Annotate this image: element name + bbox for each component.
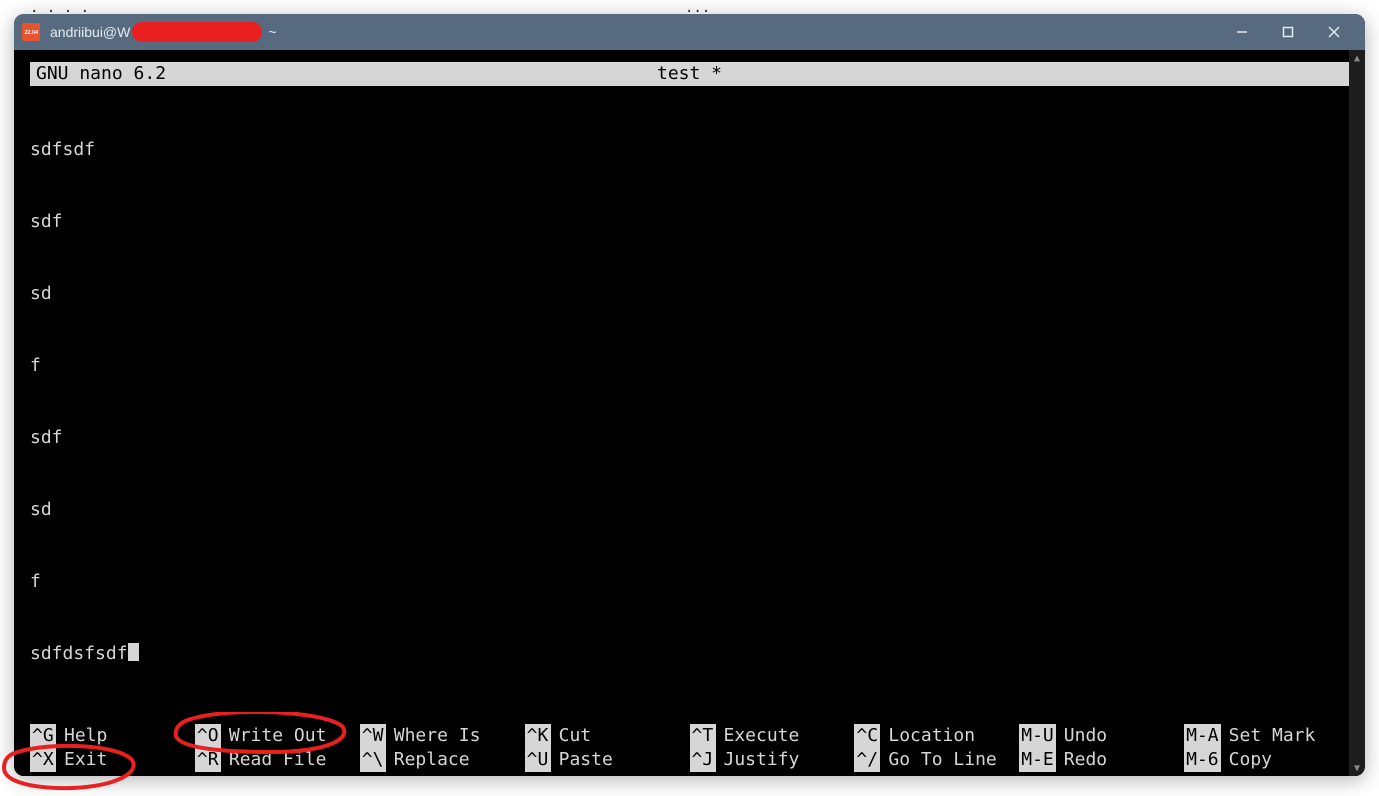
shortcut-set-mark: M-ASet Mark xyxy=(1184,724,1349,748)
close-button[interactable] xyxy=(1311,14,1357,50)
shortcut-execute: ^TExecute xyxy=(690,724,855,748)
editor-line: sd xyxy=(30,282,1349,306)
editor-line: sdfsdf xyxy=(30,138,1349,162)
text-cursor xyxy=(128,643,139,661)
shortcut-cut: ^KCut xyxy=(525,724,690,748)
shortcut-copy: M-6Copy xyxy=(1184,748,1349,772)
window-title-prefix: andriibui@W xyxy=(50,24,130,40)
shortcut-location: ^CLocation xyxy=(854,724,1019,748)
shortcut-exit: ^XExit xyxy=(30,748,195,772)
nano-filename: test * xyxy=(30,62,1349,86)
shortcut-write-out: ^OWrite Out xyxy=(195,724,360,748)
app-icon: 22.04 xyxy=(22,23,40,41)
window-title-suffix: ~ xyxy=(268,24,276,40)
shortcut-justify: ^JJustify xyxy=(690,748,855,772)
shortcut-help: ^GHelp xyxy=(30,724,195,748)
shortcut-go-to-line: ^/Go To Line xyxy=(854,748,1019,772)
shortcut-where-is: ^WWhere Is xyxy=(360,724,525,748)
editor-line: f xyxy=(30,570,1349,594)
minimize-button[interactable] xyxy=(1219,14,1265,50)
editor-content[interactable]: sdfsdf sdf sd f sdf sd f sdfdsfsdf xyxy=(30,90,1349,714)
shortcut-redo: M-ERedo xyxy=(1019,748,1184,772)
editor-line: sdfdsfsdf xyxy=(30,642,1349,666)
maximize-button[interactable] xyxy=(1265,14,1311,50)
editor-line: sd xyxy=(30,498,1349,522)
shortcut-replace: ^\Replace xyxy=(360,748,525,772)
redaction-mark xyxy=(132,22,262,42)
shortcut-read-file: ^RRead File xyxy=(195,748,360,772)
scroll-down-icon[interactable]: ▼ xyxy=(1349,760,1365,776)
editor-line: f xyxy=(30,354,1349,378)
scrollbar[interactable]: ▲ ▼ xyxy=(1349,50,1365,776)
editor-line: sdf xyxy=(30,426,1349,450)
terminal-window: 22.04 andriibui@W ~ test * GNU nano 6.2 … xyxy=(14,14,1365,776)
terminal-area[interactable]: test * GNU nano 6.2 sdfsdf sdf sd f sdf … xyxy=(14,50,1365,776)
shortcut-paste: ^UPaste xyxy=(525,748,690,772)
nano-status-bar: test * GNU nano 6.2 xyxy=(30,62,1349,86)
shortcut-undo: M-UUndo xyxy=(1019,724,1184,748)
scroll-up-icon[interactable]: ▲ xyxy=(1349,50,1365,66)
nano-shortcut-bar: ^GHelp ^OWrite Out ^WWhere Is ^KCut ^TEx… xyxy=(30,724,1349,772)
titlebar[interactable]: 22.04 andriibui@W ~ xyxy=(14,14,1365,50)
editor-line: sdf xyxy=(30,210,1349,234)
